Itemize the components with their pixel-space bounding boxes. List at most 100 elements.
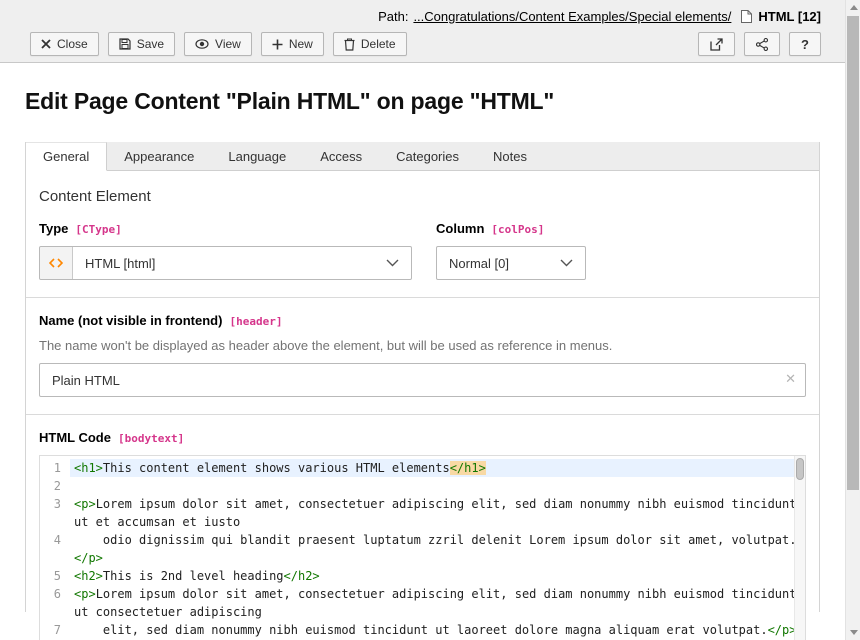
toolbar-left-group: Close Save View New Delete: [30, 32, 407, 56]
code-line[interactable]: 1<h1>This content element shows various …: [40, 459, 805, 477]
code-line-content[interactable]: <h2>This is 2nd level heading</h2>: [70, 567, 805, 585]
module-body: Edit Page Content "Plain HTML" on page "…: [0, 88, 845, 612]
tab-notes[interactable]: Notes: [476, 142, 544, 170]
page-title: Edit Page Content "Plain HTML" on page "…: [25, 88, 820, 115]
code-token: <p>: [74, 497, 96, 511]
help-icon: ?: [801, 37, 809, 52]
line-number: 2: [40, 477, 70, 495]
name-label: Name (not visible in frontend): [39, 313, 222, 328]
line-number: 7: [40, 621, 70, 639]
type-select-value: HTML [html]: [85, 256, 155, 271]
type-label-row: Type [CType]: [39, 221, 412, 236]
code-token: <h1>: [74, 461, 103, 475]
type-label: Type: [39, 221, 68, 236]
doc-header: Path: ...Congratulations/Content Example…: [0, 0, 845, 63]
type-code-token: [CType]: [75, 223, 121, 236]
section-title: Content Element: [39, 188, 806, 205]
editor-scrollbar[interactable]: [794, 456, 805, 640]
code-line[interactable]: 3<p>Lorem ipsum dolor sit amet, consecte…: [40, 495, 805, 531]
name-input[interactable]: [39, 363, 806, 397]
form-panel: General Appearance Language Access Categ…: [25, 142, 820, 612]
line-number: 1: [40, 459, 70, 477]
new-button[interactable]: New: [261, 32, 324, 56]
type-select-body[interactable]: HTML [html]: [73, 247, 411, 279]
clear-input-icon[interactable]: ✕: [785, 371, 796, 387]
open-in-new-window-button[interactable]: [698, 32, 735, 56]
code-token: This content element shows various HTML …: [103, 461, 450, 475]
name-code-token: [header]: [229, 315, 282, 328]
code-line[interactable]: 7 elit, sed diam nonummy nibh euismod ti…: [40, 621, 805, 639]
open-in-new-window-icon: [710, 38, 723, 51]
code-token: Lorem ipsum dolor sit amet, consectetuer…: [74, 587, 804, 619]
page-scrollbar-thumb[interactable]: [847, 16, 859, 490]
code-line-content[interactable]: <p>Lorem ipsum dolor sit amet, consectet…: [70, 585, 805, 621]
doc-toolbar: Close Save View New Delete: [30, 32, 821, 56]
page-scrollbar[interactable]: [845, 0, 860, 640]
record-title: HTML [12]: [758, 9, 821, 24]
html-code-token: [bodytext]: [118, 432, 184, 445]
tab-bar: General Appearance Language Access Categ…: [26, 142, 819, 171]
close-icon: [41, 39, 51, 49]
save-icon: [119, 38, 131, 50]
code-token: odio dignissim qui blandit praesent lupt…: [74, 533, 796, 547]
column-select[interactable]: Normal [0]: [436, 246, 586, 280]
chevron-down-icon: [560, 259, 573, 267]
code-editor[interactable]: 1<h1>This content element shows various …: [39, 455, 806, 640]
save-button[interactable]: Save: [108, 32, 175, 56]
code-token: This is 2nd level heading: [103, 569, 284, 583]
column-select-body[interactable]: Normal [0]: [437, 247, 585, 279]
section-name: Name (not visible in frontend)[header] T…: [26, 297, 819, 414]
code-token: </h2>: [284, 569, 320, 583]
page-record-icon: [740, 9, 753, 24]
code-line-content[interactable]: odio dignissim qui blandit praesent lupt…: [70, 531, 805, 567]
code-line-content[interactable]: [70, 477, 805, 495]
code-line[interactable]: 2: [40, 477, 805, 495]
column-code-token: [colPos]: [491, 223, 544, 236]
name-label-row: Name (not visible in frontend) [header]: [39, 313, 806, 328]
view-button[interactable]: View: [184, 32, 252, 56]
close-button[interactable]: Close: [30, 32, 99, 56]
view-button-label: View: [215, 37, 241, 51]
code-line[interactable]: 5<h2>This is 2nd level heading</h2>: [40, 567, 805, 585]
delete-button[interactable]: Delete: [333, 32, 407, 56]
html-code-label: HTML Code: [39, 430, 111, 445]
code-line-content[interactable]: elit, sed diam nonummy nibh euismod tinc…: [70, 621, 805, 639]
tab-access[interactable]: Access: [303, 142, 379, 170]
code-line[interactable]: 4 odio dignissim qui blandit praesent lu…: [40, 531, 805, 567]
section-content-element: Content Element Type [CType] HTML [html]: [26, 171, 819, 297]
code-line-content[interactable]: <h1>This content element shows various H…: [70, 459, 805, 477]
tab-general[interactable]: General: [26, 142, 107, 171]
column-select-value: Normal [0]: [449, 256, 509, 271]
field-type: Type [CType] HTML [html]: [39, 221, 412, 280]
code-token: </h1>: [450, 461, 486, 475]
breadcrumb: Path: ...Congratulations/Content Example…: [30, 8, 821, 25]
line-number: 3: [40, 495, 70, 513]
column-label: Column: [436, 221, 484, 236]
code-token: elit, sed diam nonummy nibh euismod tinc…: [74, 623, 768, 637]
path-link[interactable]: ...Congratulations/Content Examples/Spec…: [413, 9, 731, 24]
html-label-row: HTML Code [bodytext]: [39, 430, 806, 445]
tab-appearance[interactable]: Appearance: [107, 142, 211, 170]
name-input-wrap: ✕: [39, 363, 806, 397]
html-code-icon: [40, 247, 73, 279]
delete-button-label: Delete: [361, 37, 396, 51]
view-icon: [195, 39, 209, 49]
code-token: Lorem ipsum dolor sit amet, consectetuer…: [74, 497, 804, 529]
scroll-up-arrow-icon[interactable]: [850, 5, 858, 10]
tab-categories[interactable]: Categories: [379, 142, 476, 170]
type-select[interactable]: HTML [html]: [39, 246, 412, 280]
line-number: 5: [40, 567, 70, 585]
share-button[interactable]: [744, 32, 780, 56]
code-token: <p>: [74, 587, 96, 601]
scroll-down-arrow-icon[interactable]: [850, 630, 858, 635]
section-html-code: HTML Code[bodytext] 1<h1>This content el…: [26, 414, 819, 640]
field-column: Column [colPos] Normal [0]: [436, 221, 586, 280]
new-button-label: New: [289, 37, 313, 51]
save-button-label: Save: [137, 37, 164, 51]
code-line[interactable]: 6<p>Lorem ipsum dolor sit amet, consecte…: [40, 585, 805, 621]
help-button[interactable]: ?: [789, 32, 821, 56]
code-line-content[interactable]: <p>Lorem ipsum dolor sit amet, consectet…: [70, 495, 805, 531]
close-button-label: Close: [57, 37, 88, 51]
tab-language[interactable]: Language: [211, 142, 303, 170]
editor-scrollbar-thumb[interactable]: [796, 458, 804, 480]
